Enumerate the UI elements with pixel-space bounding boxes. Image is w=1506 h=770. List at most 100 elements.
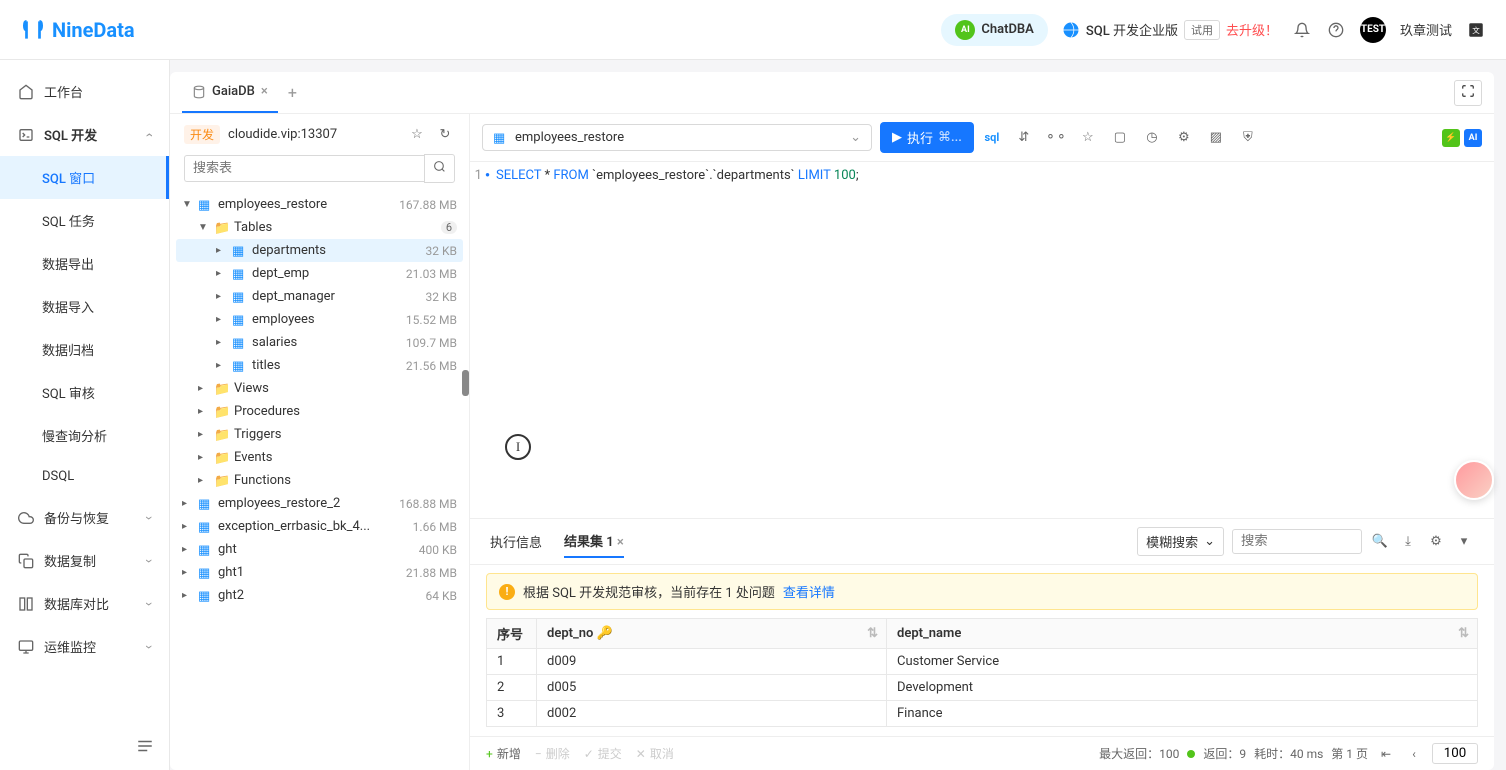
warning-details-link[interactable]: 查看详情 [783,582,835,601]
sort-icon[interactable]: ⇅ [1458,626,1469,641]
username[interactable]: 玖章测试 [1400,20,1452,39]
help-icon[interactable] [1326,20,1346,40]
upgrade-link[interactable]: 去升级！ [1226,20,1278,39]
sidebar-backup[interactable]: 备份与恢复 [0,496,169,539]
tree-table[interactable]: ▸▦titles21.56 MB [176,354,463,377]
tree-folder[interactable]: ▸📁Triggers [176,423,463,446]
logo[interactable]: NineData [20,17,135,43]
chevron-down-icon: ⌄ [1204,534,1215,549]
tree-folder[interactable]: ▸📁Events [176,446,463,469]
key-icon: 🔑 [597,626,613,641]
col-dept-name[interactable]: dept_name⇅ [887,619,1478,649]
sidebar-monitor[interactable]: 运维监控 [0,625,169,668]
fav-icon[interactable]: ☆ [1078,128,1098,148]
sidebar-compare[interactable]: 数据库对比 [0,582,169,625]
tree-table[interactable]: ▸▦departments32 KB [176,239,463,262]
tree-folder[interactable]: ▸📁Functions [176,469,463,492]
tree-folder[interactable]: ▸📁Procedures [176,400,463,423]
sidebar-dsql[interactable]: DSQL [0,457,169,496]
sidebar-sql-dev[interactable]: SQL 开发 [0,113,169,156]
close-icon[interactable]: × [617,535,624,550]
fullscreen-button[interactable] [1454,80,1482,106]
db-icon [192,85,206,99]
prev-page-icon[interactable]: ‹ [1404,744,1424,764]
sidebar-replication[interactable]: 数据复制 [0,539,169,582]
table-row[interactable]: 3d002Finance [487,701,1478,727]
tree-database[interactable]: ▼▦employees_restore167.88 MB [176,193,463,216]
share-icon[interactable]: ⚬⚬ [1046,128,1066,148]
sql-version[interactable]: SQL 开发企业版 试用 去升级！ [1062,20,1278,40]
badge-ai[interactable]: AI [1464,129,1482,147]
tree-database[interactable]: ▸▦exception_errbasic_bk_4...1.66 MB [176,515,463,538]
search-button[interactable] [424,154,455,183]
sidebar-slowquery[interactable]: 慢查询分析 [0,414,169,457]
sidebar-sql-task[interactable]: SQL 任务 [0,199,169,242]
tab-result-set[interactable]: 结果集 1 × [564,525,624,558]
tree-table[interactable]: ▸▦dept_emp21.03 MB [176,262,463,285]
test-badge: TEST [1360,17,1386,43]
col-seq[interactable]: 序号 [487,619,537,649]
lang-icon[interactable]: 文 [1466,20,1486,40]
sidebar-export[interactable]: 数据导出 [0,242,169,285]
tree-table[interactable]: ▸▦salaries109.7 MB [176,331,463,354]
settings-icon[interactable]: ⚙ [1174,128,1194,148]
sidebar-sql-window[interactable]: SQL 窗口 [0,156,169,199]
connection-host: cloudide.vip:13307 [228,127,399,142]
page-size-input[interactable] [1432,743,1478,764]
plan-icon[interactable]: ⇵ [1014,128,1034,148]
sidebar-import[interactable]: 数据导入 [0,285,169,328]
database-selector[interactable]: ▦ employees_restore ⌄ [482,124,872,151]
sql-editor[interactable]: 1 ● SELECT * FROM `employees_restore`.`d… [470,162,1494,518]
sidebar-workbench[interactable]: 工作台 [0,70,169,113]
assistant-avatar[interactable] [1454,460,1494,500]
tree-table[interactable]: ▸▦dept_manager32 KB [176,285,463,308]
tree-table[interactable]: ▸▦employees15.52 MB [176,308,463,331]
run-button[interactable]: ▶ 执行 ⌘... [880,122,974,153]
sort-icon[interactable]: ⇅ [867,626,878,641]
bell-icon[interactable] [1292,20,1312,40]
star-icon[interactable]: ☆ [407,124,427,144]
tab-gaiadb[interactable]: GaiaDB × [182,72,278,113]
chatdba-button[interactable]: AI ChatDBA [941,14,1048,46]
cancel-button[interactable]: ✕取消 [636,745,674,762]
history-icon[interactable]: ◷ [1142,128,1162,148]
fuzzy-search-select[interactable]: 模糊搜索⌄ [1137,527,1224,556]
folder-icon[interactable]: ▢ [1110,128,1130,148]
tree-database[interactable]: ▸▦ght264 KB [176,584,463,607]
collapse-sidebar-icon[interactable] [135,736,155,756]
sidebar-archive[interactable]: 数据归档 [0,328,169,371]
chart-icon[interactable]: ▨ [1206,128,1226,148]
delete-row-button[interactable]: −删除 [535,745,570,762]
gear-icon[interactable]: ⚙ [1426,532,1446,552]
submit-button[interactable]: ✓提交 [584,745,622,762]
search-icon[interactable]: 🔍 [1370,532,1390,552]
add-row-button[interactable]: +新增 [486,745,521,762]
tree-folder[interactable]: ▸📁Views [176,377,463,400]
tree-database[interactable]: ▸▦ght121.88 MB [176,561,463,584]
collapse-icon[interactable]: ▾ [1454,532,1474,552]
close-icon[interactable]: × [261,84,268,99]
shield-icon[interactable]: ⛨ [1238,128,1258,148]
table-row[interactable]: 2d005Development [487,675,1478,701]
editor-panel: ▦ employees_restore ⌄ ▶ 执行 ⌘... sql ⇵ [470,114,1494,770]
result-table: 序号 dept_no 🔑⇅ dept_name⇅ 1d009Customer S… [486,618,1478,727]
export-icon[interactable]: ⤓ [1398,532,1418,552]
page-number: 第 1 页 [1331,745,1368,762]
table-row[interactable]: 1d009Customer Service [487,649,1478,675]
col-dept-no[interactable]: dept_no 🔑⇅ [537,619,887,649]
badge-optimize[interactable]: ⚡ [1442,129,1460,147]
tree-tables-folder[interactable]: ▼📁Tables6 [176,216,463,239]
sidebar-audit[interactable]: SQL 审核 [0,371,169,414]
tree-database[interactable]: ▸▦employees_restore_2168.88 MB [176,492,463,515]
first-page-icon[interactable]: ⇤ [1376,744,1396,764]
status-dot-icon [1187,750,1195,758]
tab-exec-info[interactable]: 执行信息 [490,526,542,557]
scrollbar[interactable] [462,370,469,396]
result-search-input[interactable] [1232,529,1362,554]
sql-format-icon[interactable]: sql [982,128,1002,148]
refresh-icon[interactable]: ↻ [435,124,455,144]
add-tab-button[interactable]: + [288,83,297,102]
trial-badge: 试用 [1184,20,1220,40]
search-tables-input[interactable] [184,155,424,182]
tree-database[interactable]: ▸▦ght400 KB [176,538,463,561]
